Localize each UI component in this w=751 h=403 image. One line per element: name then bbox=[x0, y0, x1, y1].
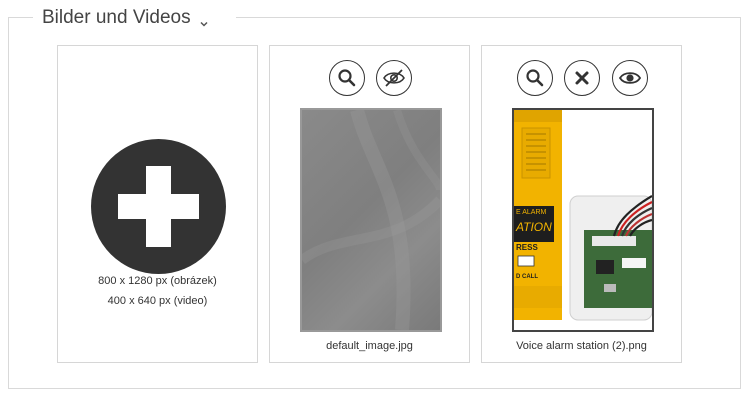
media-card: E ALARM ATION RESS D CALL Voice alarm st… bbox=[481, 45, 682, 363]
media-thumbnail[interactable] bbox=[300, 108, 442, 332]
svg-text:RESS: RESS bbox=[516, 243, 538, 252]
media-filename: Voice alarm station (2).png bbox=[516, 340, 647, 352]
chevron-down-icon bbox=[199, 13, 209, 27]
hide-button[interactable] bbox=[376, 60, 412, 96]
thumbnail-photo: E ALARM ATION RESS D CALL bbox=[514, 110, 652, 321]
media-card: default_image.jpg bbox=[269, 45, 470, 363]
image-dimension-hint: 800 x 1280 px (obrázek) bbox=[98, 275, 217, 287]
close-icon bbox=[575, 71, 589, 85]
zoom-button[interactable] bbox=[517, 60, 553, 96]
section-border-bottom bbox=[8, 388, 741, 389]
plus-icon bbox=[146, 166, 171, 247]
video-dimension-hint: 400 x 640 px (video) bbox=[107, 295, 208, 307]
zoom-icon bbox=[526, 69, 544, 87]
eye-icon bbox=[618, 72, 642, 84]
thumbnail-pattern bbox=[302, 110, 440, 330]
zoom-icon bbox=[338, 69, 356, 87]
section-border-right bbox=[740, 17, 741, 389]
delete-button[interactable] bbox=[564, 60, 600, 96]
zoom-button[interactable] bbox=[329, 60, 365, 96]
section-border-top bbox=[236, 17, 741, 18]
section-header[interactable]: Bilder und Videos bbox=[42, 5, 209, 31]
visibility-button[interactable] bbox=[612, 60, 648, 96]
svg-text:E ALARM: E ALARM bbox=[516, 209, 547, 216]
svg-text:D CALL: D CALL bbox=[516, 274, 538, 280]
svg-text:ATION: ATION bbox=[515, 220, 552, 234]
section-border-left bbox=[8, 17, 9, 389]
media-filename: default_image.jpg bbox=[326, 340, 413, 352]
add-media-card: 800 x 1280 px (obrázek) 400 x 640 px (vi… bbox=[57, 45, 258, 363]
section-border-top bbox=[8, 17, 33, 18]
eye-off-icon bbox=[383, 69, 405, 87]
add-media-button[interactable] bbox=[91, 139, 226, 274]
section-title: Bilder und Videos bbox=[42, 7, 191, 28]
media-thumbnail[interactable]: E ALARM ATION RESS D CALL bbox=[512, 108, 654, 332]
